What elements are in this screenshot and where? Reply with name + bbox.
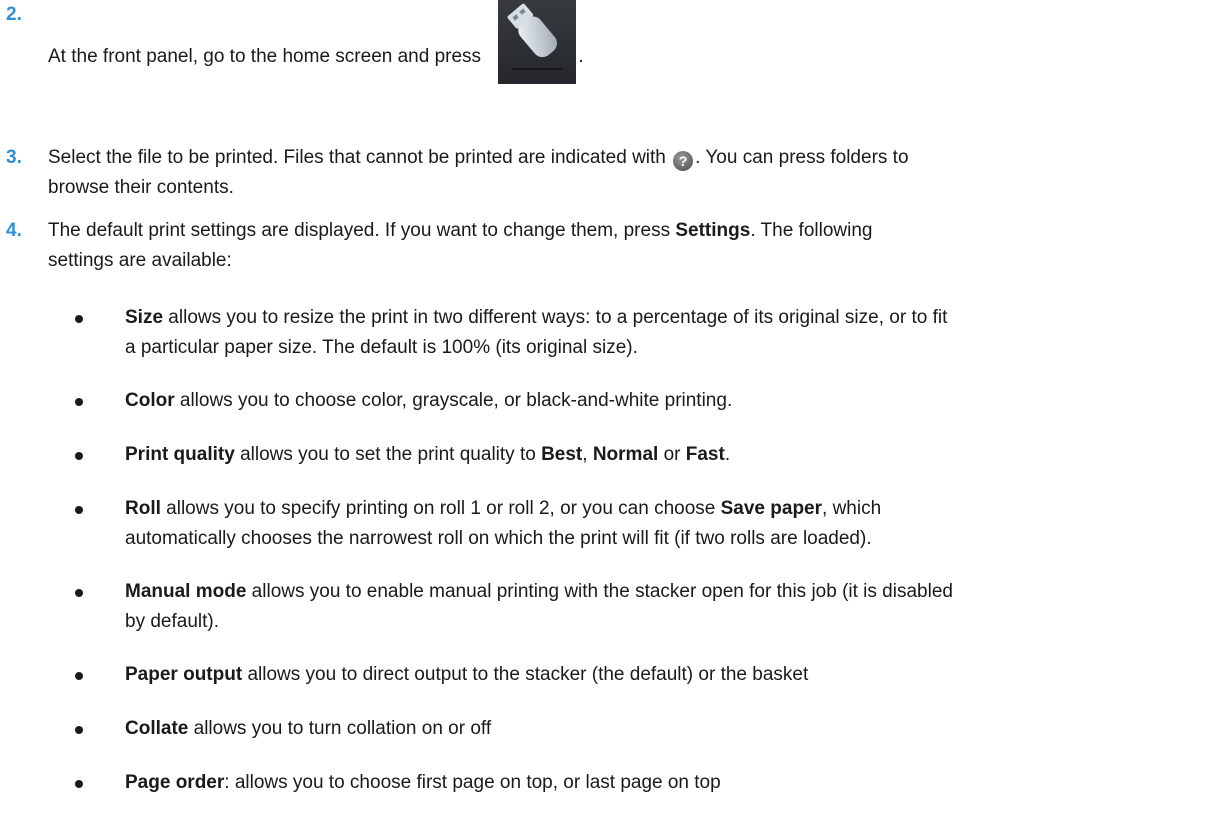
bullet-icon — [75, 506, 83, 514]
bullet-icon — [75, 452, 83, 460]
bullet-icon — [75, 726, 83, 734]
bullet-icon — [75, 672, 83, 680]
step-4-line1-pre: The default print settings are displayed… — [48, 220, 676, 241]
print-quality-line1: allows you to set the print quality to — [234, 444, 542, 465]
roll-line1-post: , which — [822, 498, 882, 519]
step-number-2: 2. — [6, 4, 22, 25]
bullet-icon — [75, 398, 83, 406]
size-line1: allows you to resize the print in two di… — [163, 307, 948, 328]
step-4-settings: Settings — [675, 220, 751, 241]
page-order-line1: : allows you to choose first page on top… — [224, 772, 721, 793]
color-line1: allows you to choose color, grayscale, o… — [174, 390, 733, 411]
bullet-icon — [75, 780, 83, 788]
step-3-text: Select the file to be printed. Files tha… — [48, 143, 1199, 203]
normal-option: Normal — [592, 444, 659, 465]
step-2-post: . — [578, 46, 584, 68]
step-2-pre: At the front panel, go to the home scree… — [48, 46, 487, 68]
fast-option: Fast — [685, 444, 725, 465]
paper-output-line1: allows you to direct output to the stack… — [242, 664, 809, 685]
step-2-text: At the front panel, go to the home scree… — [48, 0, 1199, 84]
roll-label: Roll — [125, 498, 161, 519]
step-number-4: 4. — [6, 220, 22, 241]
step-3-line1-post: . You can press folders to — [695, 147, 909, 168]
size-line2: a particular paper size. The default is … — [125, 337, 638, 358]
step-number-3: 3. — [6, 147, 22, 168]
help-icon: ? — [673, 151, 694, 171]
best-option: Best — [541, 444, 583, 465]
bullet-icon — [75, 315, 83, 323]
roll-line2: automatically chooses the narrowest roll… — [125, 528, 872, 549]
paper-output-label: Paper output — [125, 664, 243, 685]
usb-icon — [498, 0, 577, 84]
size-label: Size — [125, 307, 164, 328]
step-4-line1-post: . The following — [750, 220, 873, 241]
roll-line1: allows you to specify printing on roll 1… — [160, 498, 721, 519]
collate-line1: allows you to turn collation on or off — [188, 718, 492, 739]
step-3-line1-pre: Select the file to be printed. Files tha… — [48, 147, 672, 168]
manual-mode-line2: by default). — [125, 611, 219, 632]
manual-mode-line1: allows you to enable manual printing wit… — [246, 581, 953, 602]
save-paper-option: Save paper — [720, 498, 823, 519]
bullet-icon — [75, 589, 83, 597]
end-period: . — [724, 444, 731, 465]
page-order-label: Page order — [125, 772, 225, 793]
collate-label: Collate — [125, 718, 189, 739]
step-4-text: The default print settings are displayed… — [48, 216, 1199, 276]
color-label: Color — [125, 390, 175, 411]
print-quality-label: Print quality — [125, 444, 235, 465]
sep-1: , — [582, 444, 593, 465]
step-3-line2: browse their contents. — [48, 177, 234, 198]
manual-mode-label: Manual mode — [125, 581, 247, 602]
step-4-line2: settings are available: — [48, 250, 232, 271]
sep-2: or — [658, 444, 686, 465]
